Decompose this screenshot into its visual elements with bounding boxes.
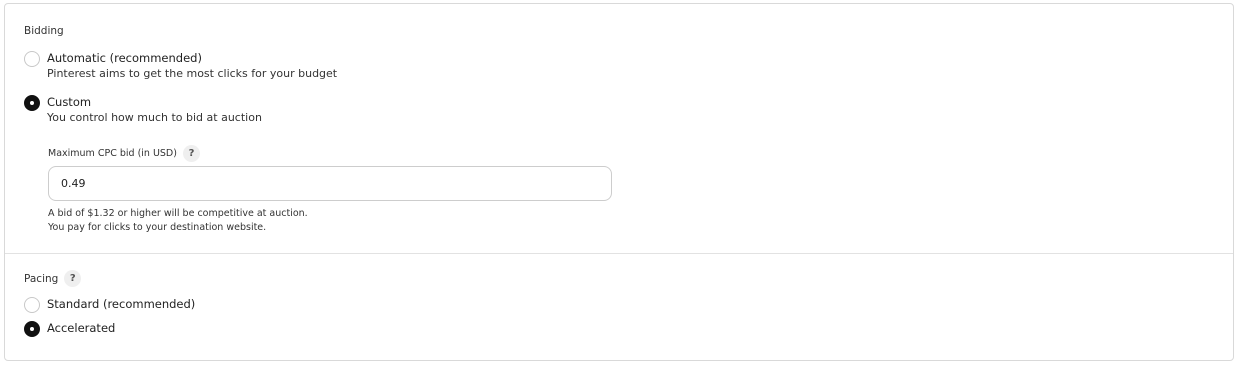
automatic-radio[interactable] — [24, 51, 40, 67]
custom-description: You control how much to bid at auction — [47, 111, 262, 124]
bid-pay-hint: You pay for clicks to your destination w… — [48, 222, 267, 233]
bidding-option-automatic[interactable]: Automatic (recommended) Pinterest aims t… — [24, 51, 337, 81]
automatic-label: Automatic (recommended) — [47, 51, 202, 65]
custom-label: Custom — [47, 95, 92, 109]
standard-radio[interactable] — [24, 297, 40, 313]
pacing-section-title: Pacing — [24, 272, 59, 285]
section-divider — [5, 253, 1233, 254]
custom-radio[interactable] — [24, 95, 40, 111]
standard-label: Standard (recommended) — [47, 297, 196, 311]
bidding-section-title: Bidding — [24, 25, 64, 37]
accelerated-radio[interactable] — [24, 321, 40, 337]
pacing-option-standard[interactable]: Standard (recommended) — [24, 297, 195, 313]
max-cpc-help-icon[interactable]: ? — [182, 145, 200, 162]
campaign-bidding-card: Bidding Automatic (recommended) Pinteres… — [4, 3, 1234, 361]
pacing-title-row: Pacing ? — [24, 270, 82, 287]
bid-competitive-hint: A bid of $1.32 or higher will be competi… — [48, 208, 308, 219]
pacing-option-accelerated[interactable]: Accelerated — [24, 321, 115, 337]
max-cpc-input[interactable] — [48, 166, 612, 201]
pacing-help-icon[interactable]: ? — [64, 270, 82, 287]
max-cpc-label-row: Maximum CPC bid (in USD) ? — [48, 145, 200, 162]
bidding-option-custom[interactable]: Custom You control how much to bid at au… — [24, 95, 262, 125]
max-cpc-label: Maximum CPC bid (in USD) — [48, 148, 177, 159]
automatic-description: Pinterest aims to get the most clicks fo… — [47, 67, 338, 80]
accelerated-label: Accelerated — [47, 321, 116, 335]
